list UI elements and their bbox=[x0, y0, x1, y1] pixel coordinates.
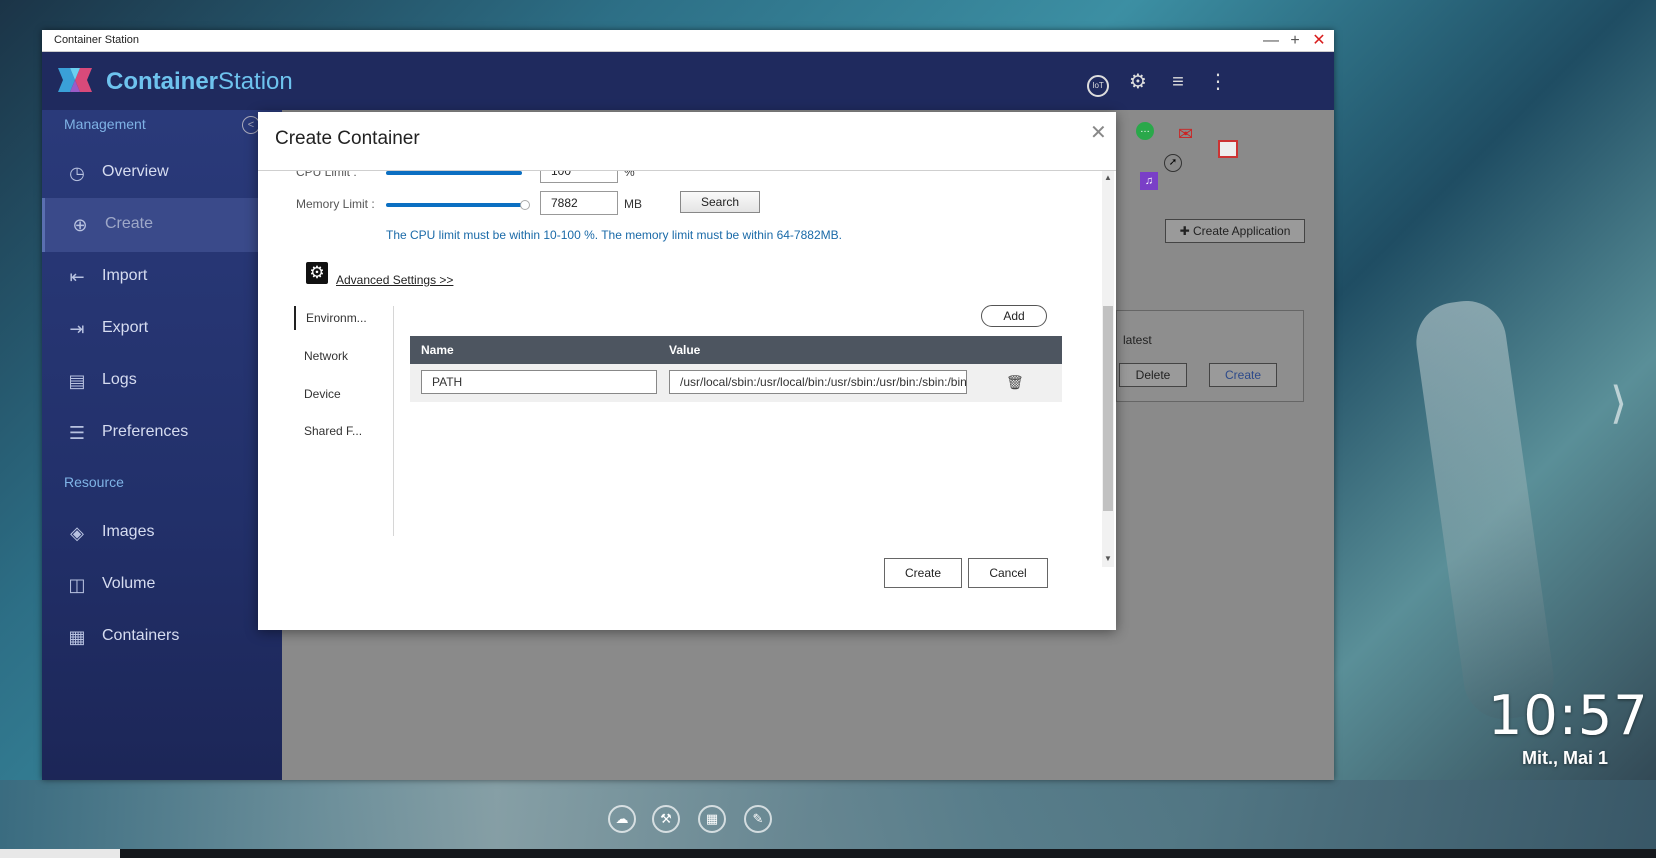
memory-slider-handle[interactable] bbox=[520, 200, 530, 210]
mail-icon: ✉ bbox=[1178, 124, 1194, 144]
clock-time: 10:57 bbox=[1488, 684, 1649, 747]
memory-limit-label: Memory Limit : bbox=[296, 197, 375, 211]
memory-limit-slider[interactable] bbox=[386, 203, 522, 207]
cpu-limit-input[interactable]: 100 bbox=[540, 171, 618, 183]
sidebar-item-label: Export bbox=[102, 319, 149, 336]
memory-limit-input[interactable]: 7882 bbox=[540, 191, 618, 215]
cancel-button[interactable]: Cancel bbox=[968, 558, 1048, 588]
iot-icon[interactable]: IoT bbox=[1086, 70, 1110, 97]
create-application-button[interactable]: ✚ Create Application bbox=[1165, 219, 1305, 243]
calendar-icon bbox=[1218, 140, 1238, 158]
close-dialog-icon[interactable]: ✕ bbox=[1090, 120, 1107, 145]
dialog-title: Create Container bbox=[275, 128, 420, 149]
app-header: ContainerStation IoT ⚙ ≡ ⋮ bbox=[42, 52, 1334, 110]
gauge-icon: ◷ bbox=[69, 163, 85, 183]
sidebar-item-label: Images bbox=[102, 523, 155, 540]
cpu-limit-slider[interactable] bbox=[386, 171, 522, 175]
advanced-tabs: Environm... Network Device Shared F... bbox=[294, 306, 394, 536]
advanced-settings-link[interactable]: Advanced Settings >> bbox=[336, 273, 453, 287]
sidebar: Management < ◷ Overview ⊕ Create ⇤ Impor… bbox=[42, 110, 282, 780]
export-icon: ⇥ bbox=[69, 319, 85, 339]
sliders-icon: ☰ bbox=[68, 423, 86, 443]
cpu-unit: % bbox=[624, 171, 635, 179]
window-titlebar: Container Station — + ✕ bbox=[42, 30, 1334, 52]
image-card: latest Delete Create bbox=[1116, 310, 1304, 402]
create-button[interactable]: Create bbox=[884, 558, 962, 588]
table-row: PATH /usr/local/sbin:/usr/local/bin:/usr… bbox=[410, 364, 1062, 402]
system-taskbar bbox=[0, 849, 1656, 858]
dialog-scroll-area: CPU Limit : 100 % Memory Limit : 7882 MB… bbox=[258, 171, 1116, 567]
window-title: Container Station bbox=[54, 34, 139, 46]
music-icon: ♫ bbox=[1140, 172, 1158, 190]
sidebar-item-label: Preferences bbox=[102, 423, 189, 440]
sidebar-item-import[interactable]: ⇤ Import bbox=[42, 250, 282, 304]
tab-environment[interactable]: Environm... bbox=[294, 306, 390, 330]
stack-icon[interactable]: ≡ bbox=[1166, 70, 1190, 94]
import-icon: ⇤ bbox=[69, 267, 85, 287]
maximize-icon[interactable]: + bbox=[1284, 31, 1306, 51]
tab-shared-folders[interactable]: Shared F... bbox=[294, 419, 390, 443]
sidebar-item-containers[interactable]: ▦ Containers bbox=[42, 610, 282, 664]
sidebar-item-label: Overview bbox=[102, 163, 169, 180]
column-name: Name bbox=[421, 343, 454, 357]
chat-icon: … bbox=[1136, 122, 1154, 140]
sidebar-section-management: Management bbox=[64, 116, 146, 132]
sidebar-item-images[interactable]: ◈ Images bbox=[42, 506, 282, 560]
brand-name: ContainerStation bbox=[106, 68, 293, 95]
sidebar-item-preferences[interactable]: ☰ Preferences bbox=[42, 406, 282, 460]
cylinder-icon: ◫ bbox=[68, 575, 86, 595]
layers-icon: ◈ bbox=[70, 523, 84, 543]
env-name-input[interactable]: PATH bbox=[421, 370, 657, 394]
env-table-header: Name Value bbox=[410, 336, 1062, 364]
sidebar-item-label: Create bbox=[105, 215, 154, 232]
minimize-icon[interactable]: — bbox=[1260, 31, 1282, 51]
gear-icon: ⚙ bbox=[306, 262, 328, 284]
sidebar-section-resource: Resource bbox=[64, 474, 124, 490]
scrollbar-thumb[interactable] bbox=[1103, 306, 1113, 511]
column-value: Value bbox=[669, 343, 701, 357]
sidebar-item-create[interactable]: ⊕ Create bbox=[42, 198, 282, 252]
close-window-icon[interactable]: ✕ bbox=[1308, 31, 1330, 51]
create-button[interactable]: Create bbox=[1209, 363, 1277, 387]
plus-circle-icon: ⊕ bbox=[72, 215, 88, 235]
delete-button[interactable]: Delete bbox=[1119, 363, 1187, 387]
wallpaper-figure bbox=[1411, 295, 1559, 725]
sidebar-item-label: Import bbox=[102, 267, 148, 284]
notes-icon[interactable]: ✎ bbox=[744, 805, 772, 833]
chevron-right-icon[interactable]: ⟩ bbox=[1610, 378, 1627, 429]
tools-icon[interactable]: ⚒ bbox=[652, 805, 680, 833]
sidebar-item-overview[interactable]: ◷ Overview bbox=[42, 146, 282, 200]
wallpaper-strip bbox=[0, 780, 1656, 850]
tab-device[interactable]: Device bbox=[294, 382, 390, 406]
gear-icon[interactable]: ⚙ bbox=[1126, 70, 1150, 94]
kebab-icon[interactable]: ⋮ bbox=[1206, 70, 1230, 94]
clock-date: Mit., Mai 1 bbox=[1522, 748, 1609, 768]
env-value-input[interactable]: /usr/local/sbin:/usr/local/bin:/usr/sbin… bbox=[669, 370, 967, 394]
scroll-up-icon[interactable]: ▲ bbox=[1104, 173, 1112, 182]
compass-icon: ➚ bbox=[1164, 154, 1182, 172]
dialog-scrollbar[interactable]: ▲ ▼ bbox=[1102, 171, 1114, 567]
document-icon: ▤ bbox=[68, 371, 86, 391]
tab-network[interactable]: Network bbox=[294, 344, 390, 368]
sidebar-item-logs[interactable]: ▤ Logs bbox=[42, 354, 282, 408]
sidebar-item-volume[interactable]: ◫ Volume bbox=[42, 558, 282, 612]
sidebar-item-label: Containers bbox=[102, 627, 180, 644]
book-icon[interactable]: ▦ bbox=[698, 805, 726, 833]
sidebar-item-label: Volume bbox=[102, 575, 156, 592]
cube-icon: ▦ bbox=[68, 627, 86, 647]
sidebar-item-export[interactable]: ⇥ Export bbox=[42, 302, 282, 356]
cpu-limit-label: CPU Limit : bbox=[296, 171, 357, 179]
search-button[interactable]: Search bbox=[680, 191, 760, 213]
memory-unit: MB bbox=[624, 197, 642, 211]
container-station-logo-icon bbox=[58, 68, 92, 92]
cloud-icon[interactable]: ☁ bbox=[608, 805, 636, 833]
image-tag: latest bbox=[1123, 333, 1152, 347]
limit-hint: The CPU limit must be within 10-100 %. T… bbox=[386, 228, 842, 242]
sidebar-item-label: Logs bbox=[102, 371, 137, 388]
trash-icon[interactable]: 🗑 bbox=[1006, 374, 1024, 391]
scroll-down-icon[interactable]: ▼ bbox=[1104, 554, 1112, 563]
create-container-dialog: Create Container ✕ CPU Limit : 100 % Mem… bbox=[258, 112, 1116, 630]
add-variable-button[interactable]: Add bbox=[981, 305, 1047, 327]
